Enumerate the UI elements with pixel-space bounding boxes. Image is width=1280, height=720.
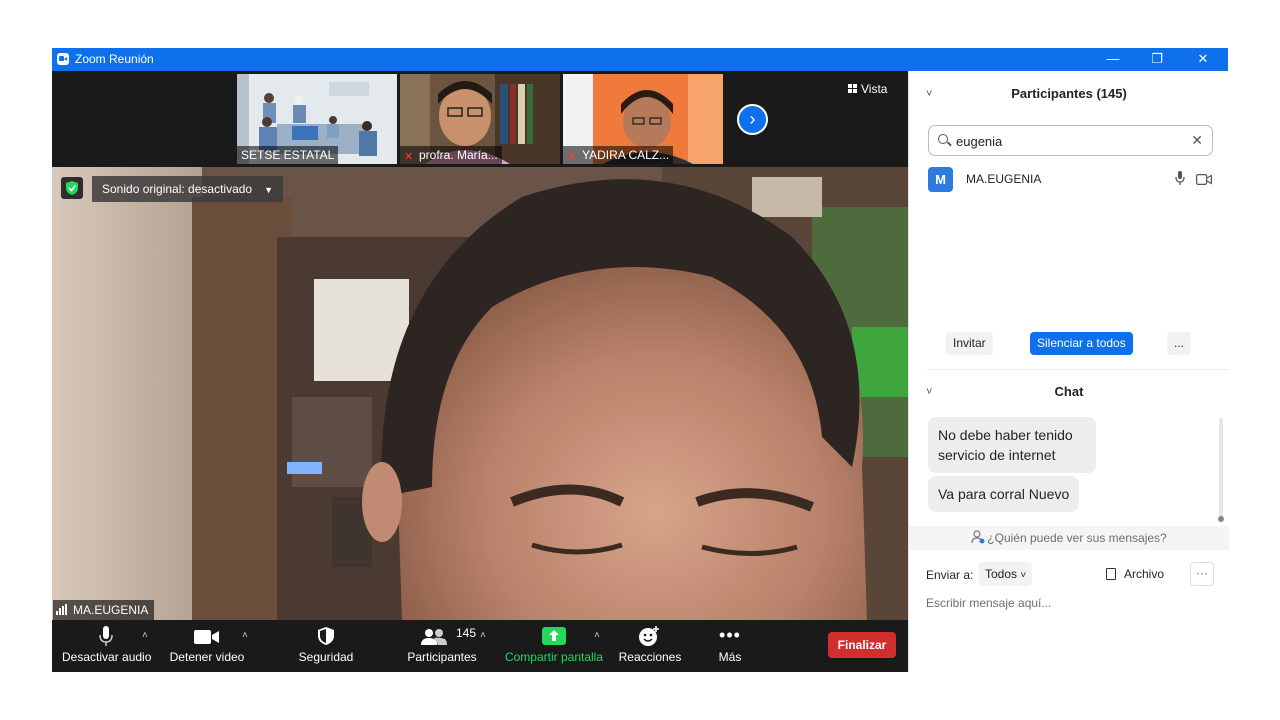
- zoom-window: Zoom Reunión — ❐ ✕ SETSE ESTATAL ✕ profr…: [52, 48, 1229, 672]
- chat-scrollbar[interactable]: [1218, 418, 1224, 522]
- participant-name: MA.EUGENIA: [966, 172, 1042, 186]
- mute-audio-button[interactable]: Desactivar audio ˄: [62, 620, 151, 672]
- participants-icon: 145: [394, 620, 490, 650]
- who-can-see-messages-link[interactable]: ¿Quién puede ver sus mensajes?: [909, 526, 1229, 550]
- audio-options-caret-icon[interactable]: ˄: [142, 630, 148, 641]
- close-window-button[interactable]: ✕: [1180, 48, 1226, 71]
- smiley-icon: [618, 620, 682, 650]
- participant-search-field[interactable]: ✕: [928, 125, 1213, 156]
- security-shield-icon[interactable]: [61, 177, 83, 199]
- reactions-button[interactable]: Reacciones: [618, 620, 682, 672]
- speaker-name-tag: MA.EUGENIA: [53, 600, 155, 620]
- video-area: SETSE ESTATAL ✕ profra. María... ✕ YADIR…: [52, 71, 908, 672]
- clear-search-icon[interactable]: ✕: [1191, 132, 1203, 149]
- next-page-arrow-icon[interactable]: ›: [737, 104, 768, 135]
- restore-button[interactable]: ❐: [1134, 48, 1180, 71]
- video-options-caret-icon[interactable]: ˄: [242, 630, 248, 641]
- grid-view-icon: [848, 84, 857, 93]
- muted-mic-icon: ✕: [404, 151, 414, 163]
- security-button[interactable]: Seguridad: [294, 620, 358, 672]
- search-icon: [938, 134, 948, 144]
- shield-icon: [294, 620, 358, 650]
- participant-list-item[interactable]: M MA.EUGENIA: [928, 167, 1218, 192]
- send-to-label: Enviar a:: [926, 568, 974, 582]
- end-meeting-button[interactable]: Finalizar: [828, 632, 896, 658]
- chat-message: Va para corral Nuevo: [928, 476, 1080, 512]
- minimize-button[interactable]: —: [1090, 48, 1136, 71]
- section-divider: [927, 369, 1229, 370]
- main-speaker-video: Sonido original: desactivado ▼ MA.EUGENIA: [52, 167, 908, 620]
- share-screen-icon: [502, 620, 606, 650]
- chat-more-button[interactable]: ···: [1190, 562, 1214, 586]
- invite-button[interactable]: Invitar: [946, 332, 993, 355]
- participants-button[interactable]: 145 Participantes ˄: [394, 620, 490, 672]
- thumbnail-video[interactable]: ✕ YADIRA CALZ...: [563, 74, 723, 164]
- thumbnail-video[interactable]: SETSE ESTATAL: [237, 74, 397, 164]
- more-button[interactable]: ••• Más: [712, 620, 748, 672]
- window-title: Zoom Reunión: [75, 52, 154, 66]
- zoom-logo-icon: [57, 53, 69, 65]
- more-dots-icon: •••: [719, 625, 741, 645]
- side-panel: ˅ Participantes (145) ✕ M MA.EUGENIA Inv…: [908, 71, 1229, 672]
- chevron-down-icon: ˅: [1020, 570, 1027, 581]
- chat-message: No debe haber tenido servicio de interne…: [928, 417, 1096, 473]
- file-button[interactable]: Archivo: [1106, 567, 1164, 581]
- thumbnail-name: SETSE ESTATAL: [237, 146, 339, 164]
- search-input[interactable]: [956, 132, 1186, 150]
- original-sound-dropdown[interactable]: Sonido original: desactivado ▼: [92, 176, 284, 202]
- muted-mic-icon: ✕: [567, 151, 577, 163]
- avatar: M: [928, 167, 953, 192]
- caret-down-icon: ▼: [264, 185, 274, 195]
- microphone-icon[interactable]: [1175, 171, 1185, 190]
- thumbnail-name: ✕ YADIRA CALZ...: [563, 146, 674, 164]
- mute-all-button[interactable]: Silenciar a todos: [1030, 332, 1133, 355]
- share-screen-button[interactable]: Compartir pantalla ˄: [502, 620, 606, 672]
- thumbnail-video[interactable]: ✕ profra. María...: [400, 74, 560, 164]
- participants-count: 145: [456, 626, 477, 640]
- participants-more-button[interactable]: ...: [1167, 332, 1192, 355]
- meeting-toolbar: Desactivar audio ˄ Detener video ˄ Segur…: [52, 620, 908, 672]
- microphone-icon: [62, 620, 150, 650]
- speaker-video-image: [52, 167, 908, 620]
- thumbnail-name: ✕ profra. María...: [400, 146, 502, 164]
- video-camera-icon: [164, 620, 250, 650]
- signal-bars-icon: [56, 604, 70, 615]
- view-button[interactable]: Vista: [848, 82, 887, 96]
- share-options-caret-icon[interactable]: ˄: [594, 630, 600, 641]
- stop-video-button[interactable]: Detener video ˄: [164, 620, 250, 672]
- file-icon: [1106, 568, 1116, 580]
- person-lock-icon: [971, 528, 985, 544]
- thumbnail-strip: SETSE ESTATAL ✕ profra. María... ✕ YADIR…: [52, 71, 908, 167]
- participants-panel-title: Participantes (145): [1011, 86, 1127, 101]
- video-camera-icon[interactable]: [1196, 172, 1212, 190]
- title-bar: Zoom Reunión — ❐ ✕: [52, 48, 1228, 71]
- chat-message-input[interactable]: [926, 593, 1216, 613]
- chat-panel-title: Chat: [1054, 384, 1084, 399]
- participants-options-caret-icon[interactable]: ˄: [480, 630, 486, 641]
- send-to-dropdown[interactable]: Todos ˅: [979, 562, 1033, 586]
